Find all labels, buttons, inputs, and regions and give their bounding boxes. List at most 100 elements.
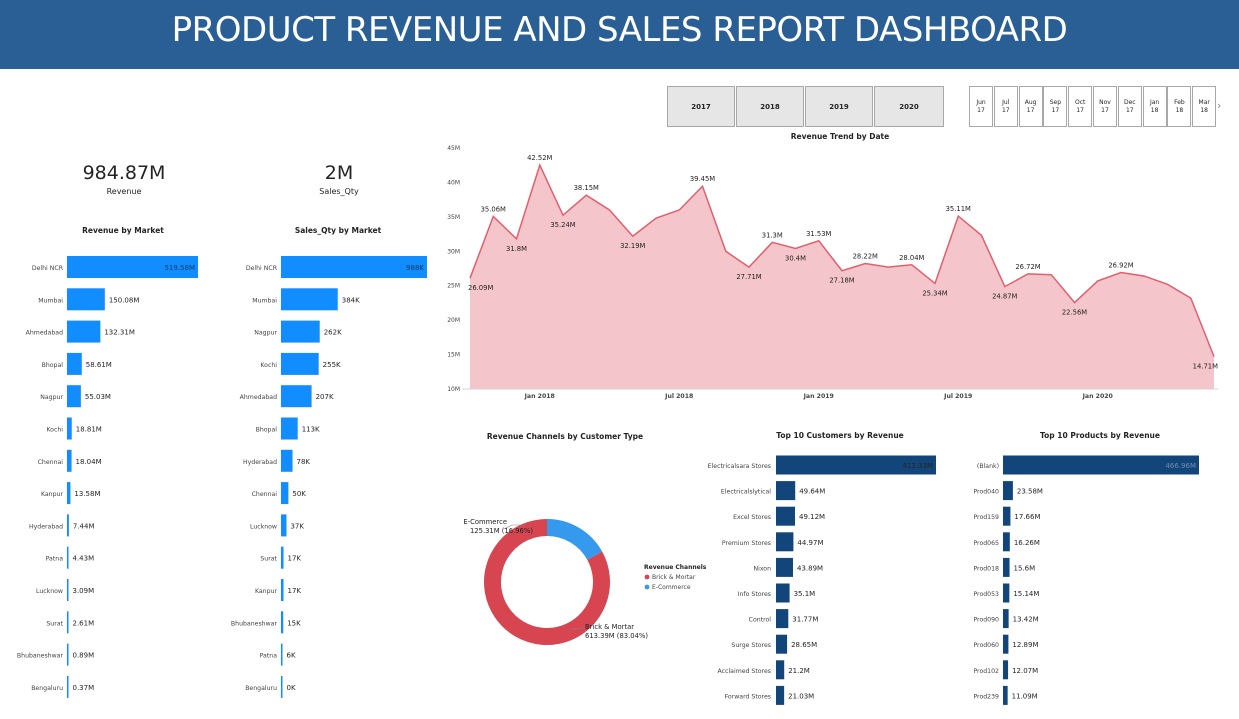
category-label: Prod090 (973, 617, 999, 624)
category-label: Nagpur (40, 394, 63, 401)
bar[interactable] (1003, 532, 1010, 552)
category-label: Delhi NCR (246, 265, 278, 272)
bar[interactable] (281, 288, 338, 311)
year-slicer-2017[interactable]: 2017 (667, 86, 735, 127)
month-slicer-aug-17[interactable]: Aug 17 (1018, 86, 1043, 127)
month-slicer-sep-17[interactable]: Sep 17 (1043, 86, 1068, 127)
bar[interactable] (776, 583, 790, 603)
point-label: 14.71M (1193, 363, 1218, 371)
bar[interactable] (67, 352, 82, 375)
month-year-label: 18 (1150, 106, 1159, 114)
month-year-label: 17 (1125, 106, 1134, 114)
bar[interactable] (1003, 609, 1009, 629)
bar[interactable] (1003, 583, 1010, 603)
month-slicer-jun-17[interactable]: Jun 17 (969, 86, 993, 127)
bar[interactable] (281, 385, 312, 408)
data-label: 384K (342, 296, 360, 304)
data-label: 207K (316, 393, 334, 401)
bar[interactable] (776, 532, 794, 552)
category-label: Premium Stores (722, 540, 771, 547)
top-products-title: Top 10 Products by Revenue (1040, 431, 1160, 440)
year-slicer-2018[interactable]: 2018 (736, 86, 804, 127)
bar[interactable] (67, 546, 69, 569)
bar[interactable] (67, 417, 72, 440)
bar[interactable] (776, 660, 785, 680)
bar[interactable] (776, 609, 789, 629)
ecommerce-label-name: E-Commerce (463, 518, 507, 526)
top-products-chart: (Blank) 466.96M Prod040 23.58M Prod159 17.66M… (973, 455, 1199, 705)
bar[interactable] (67, 611, 69, 634)
data-label: 262K (324, 329, 342, 337)
month-year-label: 17 (1101, 106, 1109, 114)
month-slicer-oct-17[interactable]: Oct 17 (1068, 86, 1093, 127)
donut-slice-ecommerce[interactable] (546, 519, 603, 561)
category-label: Bhubaneshwar (17, 653, 64, 660)
year-slicer-2019[interactable]: 2019 (805, 86, 873, 127)
data-label: 15.14M (1013, 590, 1039, 598)
data-label: 78K (297, 458, 311, 466)
bar[interactable] (281, 482, 289, 505)
data-label: 12.07M (1012, 667, 1038, 675)
point-label: 35.24M (550, 221, 575, 229)
category-label: Delhi NCR (32, 265, 64, 272)
bar[interactable] (281, 643, 283, 666)
data-label: 44.97M (797, 539, 823, 547)
bar[interactable] (776, 685, 785, 705)
month-slicer-feb-18[interactable]: Feb 18 (1167, 86, 1192, 127)
bar[interactable] (281, 417, 298, 440)
bar[interactable] (1003, 634, 1009, 654)
bar[interactable] (281, 579, 284, 601)
bar[interactable] (281, 611, 284, 634)
bar[interactable] (776, 481, 796, 501)
bar[interactable] (67, 675, 69, 698)
bar[interactable] (1003, 557, 1010, 577)
category-label: Surat (46, 620, 63, 627)
bar[interactable] (1003, 481, 1013, 501)
bar[interactable] (776, 506, 796, 526)
month-year-label: 17 (1001, 106, 1010, 114)
sales-qty-by-market-chart: Delhi NCR 988K Mumbai 384K Nagpur 262K Kochi 25… (231, 256, 427, 698)
bar[interactable] (67, 449, 72, 472)
month-slicer-mar-18[interactable]: Mar 18 (1192, 86, 1217, 127)
bar[interactable] (281, 320, 320, 343)
bar[interactable] (67, 320, 101, 343)
bar[interactable] (67, 288, 105, 311)
category-label: Acclaimed Stores (718, 668, 771, 675)
category-label: Electricalslytical (721, 489, 771, 496)
x-tick-label: Jan 2018 (524, 393, 555, 400)
bar[interactable] (776, 634, 788, 654)
bar[interactable] (1003, 506, 1011, 526)
legend-label[interactable]: E-Commerce (652, 584, 691, 591)
category-label: Bhubaneshwar (231, 620, 278, 627)
point-label: 24.87M (992, 293, 1017, 301)
year-slicer-2020[interactable]: 2020 (874, 86, 944, 127)
month-slicer-jan-18[interactable]: Jan 18 (1142, 86, 1167, 127)
bar[interactable] (67, 514, 69, 537)
bar[interactable] (67, 385, 81, 408)
bar[interactable] (281, 514, 287, 537)
bar[interactable] (281, 675, 283, 698)
y-tick-label: 30M (447, 248, 460, 255)
month-label: Jun (976, 98, 986, 106)
month-slicer-dec-17[interactable]: Dec 17 (1117, 86, 1142, 127)
bar[interactable] (67, 482, 71, 505)
bar[interactable] (281, 449, 293, 472)
month-slicer-jul-17[interactable]: Jul 17 (993, 86, 1018, 127)
data-label: 37K (290, 522, 304, 530)
category-label: Lucknow (250, 523, 277, 530)
data-label: 13.42M (1013, 616, 1039, 624)
bar[interactable] (67, 579, 69, 601)
bar[interactable] (1003, 685, 1008, 705)
legend-label[interactable]: Brick & Mortar (652, 574, 696, 581)
bar[interactable] (281, 546, 284, 569)
bar[interactable] (281, 352, 319, 375)
category-label: Bhopal (256, 427, 278, 434)
bar[interactable] (67, 643, 69, 666)
chevron-right-icon[interactable]: › (1217, 99, 1227, 113)
data-label: 466.96M (1165, 462, 1196, 470)
month-label: Sep (1049, 98, 1062, 106)
point-label: 31.53M (806, 230, 831, 238)
month-slicer-nov-17[interactable]: Nov 17 (1093, 86, 1117, 127)
bar[interactable] (776, 557, 793, 577)
bar[interactable] (1003, 660, 1009, 680)
